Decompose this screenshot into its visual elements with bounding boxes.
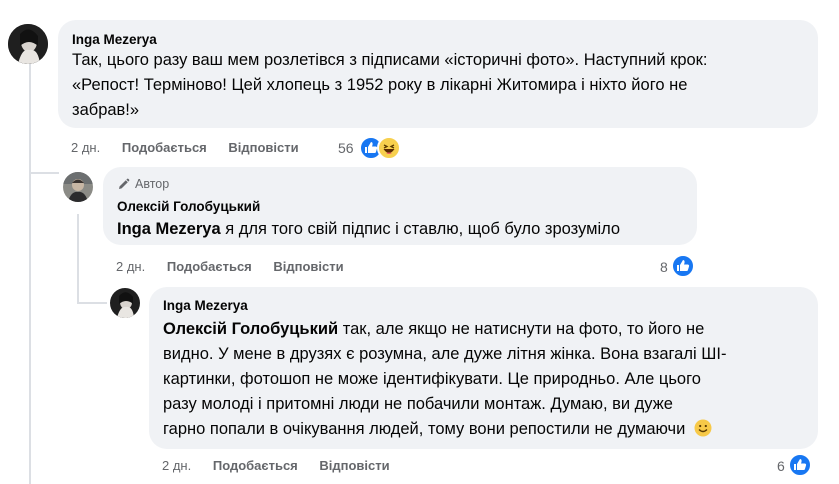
- reply-button[interactable]: Відповісти: [228, 140, 298, 155]
- comment-text-line: Так, цього разу ваш мем розлетівся з під…: [72, 51, 708, 69]
- comment-time[interactable]: 2 дн.: [71, 140, 100, 155]
- like-button[interactable]: Подобається: [213, 458, 298, 473]
- comment-actions: 2 дн. Подобається Відповісти: [71, 140, 317, 155]
- like-button[interactable]: Подобається: [122, 140, 207, 155]
- comment-time[interactable]: 2 дн.: [116, 259, 145, 274]
- thread-line-main: [29, 60, 31, 484]
- haha-reaction-icon[interactable]: [377, 136, 401, 160]
- reply-button[interactable]: Відповісти: [273, 259, 343, 274]
- like-button[interactable]: Подобається: [167, 259, 252, 274]
- avatar[interactable]: [63, 172, 93, 202]
- comment-text-line: «Репост! Терміново! Цей хлопець з 1952 р…: [72, 76, 688, 94]
- avatar-photo: [110, 288, 140, 318]
- comment-author[interactable]: Inga Mezerya: [72, 32, 157, 47]
- comment-text: Inga Mezerya я для того свій підпис і ст…: [117, 217, 620, 242]
- reactions-count[interactable]: 6: [777, 458, 785, 474]
- comment-text-line: гарно попали в очікування людей, тому во…: [163, 417, 712, 445]
- author-badge: Автор: [117, 177, 169, 191]
- mention-link[interactable]: Олексій Голобуцький: [163, 320, 338, 338]
- reactions-count[interactable]: 8: [660, 259, 668, 275]
- smile-emoji-icon: [694, 419, 712, 445]
- comment-text-line: забрав!»: [72, 101, 140, 119]
- comment-author[interactable]: Inga Mezerya: [163, 298, 248, 313]
- avatar[interactable]: [8, 24, 48, 64]
- comment-text-line: картинки, фотошоп не може ідентифікувати…: [163, 370, 701, 388]
- thread-line-nested-branch: [77, 302, 107, 304]
- comment-text-line: разу молоді і притомні люди не побачили …: [163, 395, 673, 413]
- comment-author[interactable]: Олексій Голобуцький: [117, 199, 260, 214]
- comment-text-body: так, але якщо не натиснути на фото, то й…: [338, 320, 705, 338]
- reply-button[interactable]: Відповісти: [319, 458, 389, 473]
- avatar-photo: [8, 24, 48, 64]
- like-reaction-icon[interactable]: [671, 254, 695, 278]
- comment-text-body: я для того свій підпис і ставлю, щоб бул…: [220, 220, 621, 238]
- comment-time[interactable]: 2 дн.: [162, 458, 191, 473]
- comment-text-line: видно. У мене в друзях є розумна, але ду…: [163, 345, 727, 363]
- comment-text-body: гарно попали в очікування людей, тому во…: [163, 420, 686, 438]
- like-reaction-icon[interactable]: [788, 453, 812, 477]
- comment-actions: 2 дн. Подобається Відповісти: [116, 259, 362, 274]
- mention-link[interactable]: Inga Mezerya: [117, 220, 221, 238]
- thread-line-branch: [29, 172, 59, 174]
- pencil-icon: [119, 178, 130, 189]
- author-badge-label: Автор: [135, 177, 170, 191]
- thread-line-nested: [77, 214, 79, 304]
- comment-text-line: Олексій Голобуцький так, але якщо не нат…: [163, 317, 704, 342]
- avatar[interactable]: [110, 288, 140, 318]
- reactions-count[interactable]: 56: [338, 140, 354, 156]
- comment-actions: 2 дн. Подобається Відповісти: [162, 458, 408, 473]
- avatar-photo: [63, 172, 93, 202]
